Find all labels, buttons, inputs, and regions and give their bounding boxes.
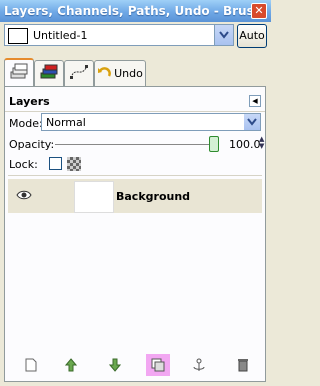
mode-select[interactable]: Normal (41, 113, 261, 131)
delete-layer-icon[interactable] (234, 356, 252, 374)
layer-actions-bar (4, 352, 266, 378)
mode-value: Normal (46, 116, 86, 129)
chevron-down-icon[interactable] (214, 25, 233, 45)
dock-tabs: Undo (0, 56, 271, 86)
raise-layer-icon[interactable] (62, 356, 80, 374)
divider (5, 111, 265, 112)
layers-icon (9, 63, 29, 84)
image-name: Untitled-1 (33, 29, 88, 42)
layer-row[interactable]: Background (8, 179, 262, 213)
paths-icon (69, 63, 89, 84)
layer-thumbnail (74, 181, 114, 213)
channels-icon (39, 63, 59, 84)
tab-undo[interactable]: Undo (94, 60, 146, 86)
image-selector[interactable]: Untitled-1 (4, 24, 234, 46)
image-thumbnail (8, 28, 28, 44)
tab-layers[interactable] (4, 58, 34, 86)
tab-undo-label: Undo (114, 67, 143, 80)
opacity-slider-track[interactable] (55, 144, 209, 145)
undo-icon (97, 65, 111, 82)
chevron-down-icon[interactable] (244, 114, 260, 130)
window-title: Layers, Channels, Paths, Undo - Brushes,… (4, 4, 251, 18)
opacity-slider-handle[interactable] (209, 136, 219, 152)
tab-paths[interactable] (64, 60, 94, 86)
close-button[interactable]: ✕ (251, 3, 267, 19)
new-layer-icon[interactable] (22, 356, 40, 374)
lock-alpha-icon[interactable] (67, 157, 81, 171)
layer-name: Background (116, 190, 191, 203)
opacity-label: Opacity: (9, 138, 55, 151)
eye-icon[interactable] (16, 189, 32, 204)
tab-channels[interactable] (34, 60, 64, 86)
layers-list: Background (8, 175, 262, 354)
title-bar: Layers, Channels, Paths, Undo - Brushes,… (0, 0, 271, 22)
lower-layer-icon[interactable] (106, 356, 124, 374)
panel-menu-button[interactable]: ◀ (249, 95, 261, 107)
auto-button[interactable]: Auto (237, 24, 267, 48)
lock-label: Lock: (9, 158, 38, 171)
duplicate-layer-icon[interactable] (146, 354, 170, 376)
anchor-layer-icon[interactable] (190, 356, 208, 374)
layers-panel: Layers ◀ Mode: Normal Opacity: 100.0 ▲ ▼ … (4, 86, 266, 382)
mode-label: Mode: (9, 117, 43, 130)
panel-heading: Layers (9, 95, 50, 108)
opacity-value[interactable]: 100.0 (229, 138, 261, 151)
opacity-spinner[interactable]: ▲ ▼ (259, 136, 264, 150)
lock-pixels-checkbox[interactable] (49, 157, 62, 170)
